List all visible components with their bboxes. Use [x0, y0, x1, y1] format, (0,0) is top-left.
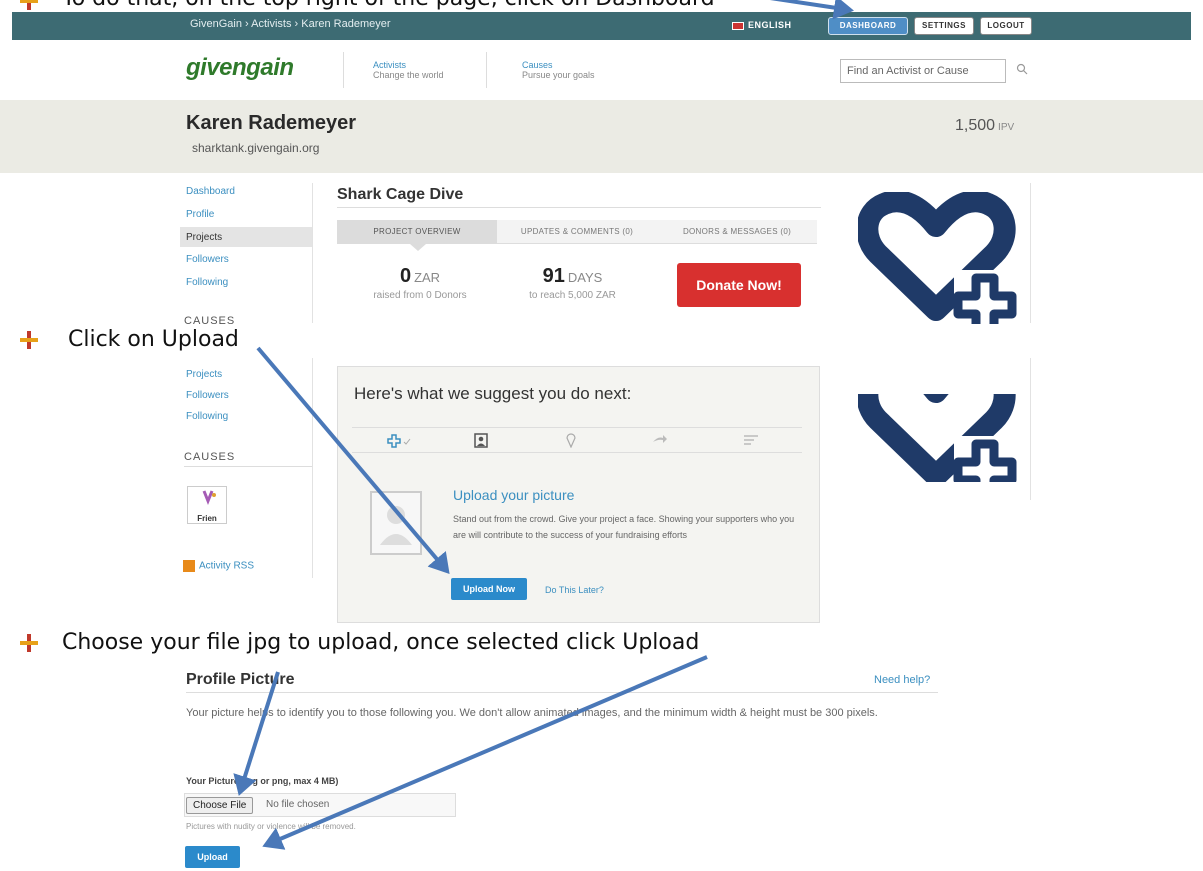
right-divider: [1030, 358, 1031, 500]
logout-button[interactable]: LOGOUT: [980, 17, 1032, 35]
user-silhouette-icon: [380, 506, 412, 545]
heart-plus-logo-icon: [858, 192, 1017, 324]
rss-icon: [183, 560, 195, 572]
dashboard-button[interactable]: DASHBOARD: [828, 17, 908, 35]
upload-now-button[interactable]: Upload Now: [451, 578, 527, 600]
instruction-bullet-icon: [20, 0, 38, 10]
profile-picture-divider: [186, 692, 938, 693]
activity-rss-link[interactable]: Activity RSS: [183, 560, 254, 572]
avatar-placeholder: [370, 491, 422, 555]
sidebar-item-dashboard[interactable]: Dashboard: [186, 186, 235, 197]
days-value: 91: [542, 265, 565, 287]
nav-activists-subtitle: Change the world: [373, 70, 444, 80]
picture-policy-note: Pictures with nudity or violence will be…: [186, 822, 356, 831]
profile-band: [0, 100, 1203, 173]
sidebar-item-following[interactable]: Following: [186, 277, 228, 288]
search-input[interactable]: Find an Activist or Cause: [840, 59, 1006, 83]
ipv-balance: 1,500 IPV: [955, 117, 1014, 135]
raised-unit: ZAR: [414, 270, 441, 285]
nav-separator: [486, 52, 487, 88]
causes-divider: [184, 466, 312, 467]
rss-label: Activity RSS: [199, 560, 255, 572]
upload-picture-title: Upload your picture: [453, 487, 575, 503]
title-underline: [337, 207, 821, 208]
heart-plus-logo-icon: [858, 358, 1018, 482]
nav-separator: [343, 52, 344, 88]
instruction-bullet-icon: [20, 331, 38, 349]
profile-picture-title: Profile Picture: [186, 671, 295, 688]
sidebar-item-following[interactable]: Following: [186, 411, 228, 422]
upload-button[interactable]: Upload: [185, 846, 240, 868]
language-label: ENGLISH: [748, 20, 792, 30]
location-step-icon[interactable]: [566, 432, 576, 448]
suggestion-steps: [352, 427, 802, 453]
sidebar-item-followers[interactable]: Followers: [186, 390, 229, 401]
sidebar-item-profile[interactable]: Profile: [186, 209, 214, 220]
breadcrumb[interactable]: GivenGain › Activists › Karen Rademeyer: [190, 18, 391, 30]
profile-name: Karen Rademeyer: [186, 112, 357, 134]
nav-causes-title: Causes: [522, 60, 553, 70]
share-step-icon[interactable]: [652, 435, 668, 445]
cause-thumbnail[interactable]: Frien: [187, 486, 227, 524]
cause-label: Frien: [197, 514, 217, 523]
profile-url[interactable]: sharktank.givengain.org: [192, 141, 319, 155]
sidebar-item-projects[interactable]: Projects: [186, 369, 222, 380]
nav-activists-title: Activists: [373, 60, 407, 70]
instruction-step-3: Choose your file jpg to upload, once sel…: [62, 630, 700, 655]
sidebar-divider: [312, 358, 313, 578]
arrow-to-choose-file-icon: [233, 671, 280, 796]
raised-subtitle: raised from 0 Donors: [373, 290, 467, 301]
tab-updates-comments[interactable]: UPDATES & COMMENTS (0): [497, 220, 657, 244]
nav-activists[interactable]: Activists Change the world: [373, 60, 444, 80]
givengain-logo[interactable]: givengain: [186, 54, 294, 82]
tab-project-overview[interactable]: PROJECT OVERVIEW: [337, 220, 497, 244]
ipv-value: 1,500: [955, 117, 996, 134]
active-tab-pointer-icon: [410, 244, 426, 251]
text-step-icon[interactable]: [744, 435, 758, 445]
nav-causes[interactable]: Causes Pursue your goals: [522, 60, 595, 80]
choose-file-button[interactable]: Choose File: [186, 797, 254, 814]
project-title: Shark Cage Dive: [337, 186, 464, 203]
days-subtitle: to reach 5,000 ZAR: [529, 290, 616, 301]
settings-button[interactable]: SETTINGS: [914, 17, 974, 35]
causes-heading: CAUSES: [184, 451, 236, 463]
nav-causes-subtitle: Pursue your goals: [522, 70, 595, 80]
suggestion-title: Here's what we suggest you do next:: [354, 384, 632, 403]
picture-field-label: Your Picture (jpg or png, max 4 MB): [186, 776, 339, 786]
sidebar-item-followers[interactable]: Followers: [186, 254, 229, 265]
right-divider: [1030, 183, 1031, 323]
raised-stat: 0 ZAR raised from 0 Donors: [355, 265, 485, 301]
upload-picture-description: Stand out from the crowd. Give your proj…: [453, 514, 795, 540]
no-file-chosen-text: No file chosen: [266, 799, 330, 810]
plus-step-icon[interactable]: [386, 433, 414, 449]
causes-heading: CAUSES: [184, 315, 236, 324]
sidebar-item-projects[interactable]: Projects: [180, 227, 312, 247]
do-this-later-link[interactable]: Do This Later?: [545, 585, 604, 595]
need-help-link[interactable]: Need help?: [874, 674, 930, 686]
uk-flag-icon: [732, 21, 744, 30]
search-icon[interactable]: [1016, 63, 1028, 75]
instruction-step-1: To do that, on the top right of the page…: [62, 0, 715, 11]
instruction-bullet-icon: [20, 634, 38, 652]
picture-step-icon[interactable]: [474, 433, 488, 448]
instruction-step-2: Click on Upload: [68, 327, 239, 352]
language-selector[interactable]: ENGLISH: [732, 20, 792, 30]
tab-donors-messages[interactable]: DONORS & MESSAGES (0): [657, 220, 817, 244]
days-stat: 91 DAYS to reach 5,000 ZAR: [505, 265, 640, 301]
ipv-unit: IPV: [998, 122, 1015, 133]
donate-now-button[interactable]: Donate Now!: [677, 263, 801, 307]
cause-logo-icon: [202, 490, 216, 506]
arrow-to-dashboard-icon: [769, 0, 854, 20]
project-tabs: PROJECT OVERVIEW UPDATES & COMMENTS (0) …: [337, 220, 817, 244]
days-unit: DAYS: [567, 270, 603, 285]
sidebar-divider: [312, 183, 313, 323]
raised-value: 0: [399, 265, 412, 287]
profile-picture-description: Your picture helps to identify you to th…: [186, 707, 878, 719]
